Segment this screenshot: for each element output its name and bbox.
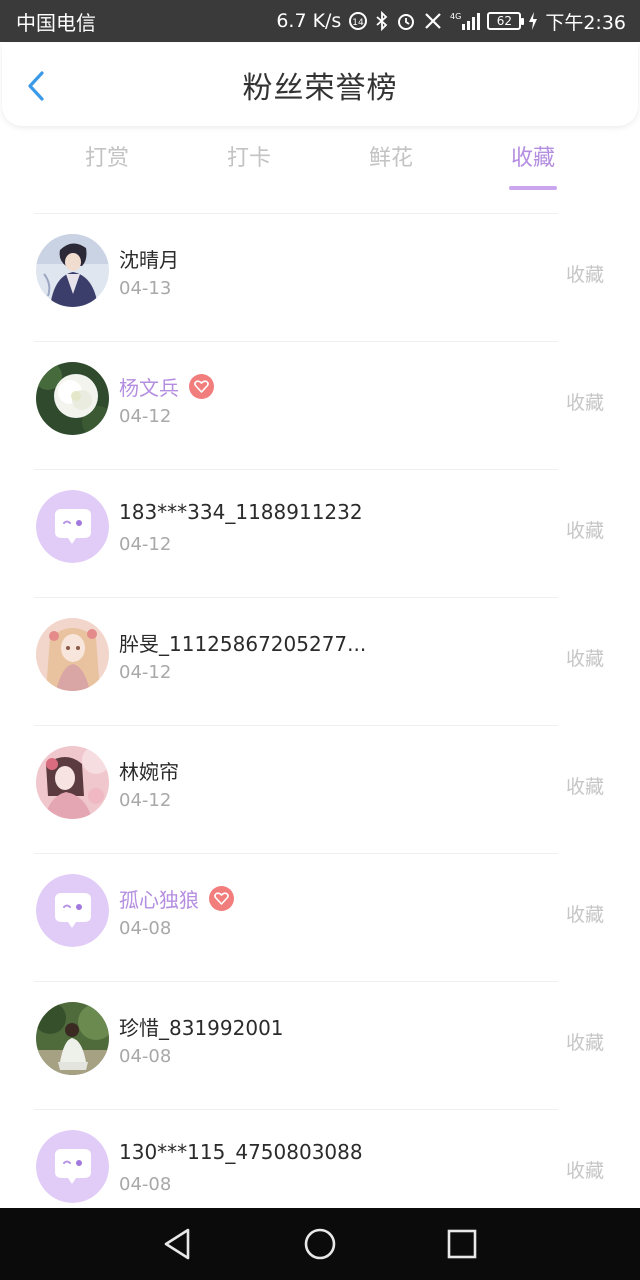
user-name: 沈晴月 [119,248,179,272]
favorite-tag: 收藏 [565,520,604,542]
back-button[interactable] [20,69,54,103]
system-nav-bar [0,1208,640,1280]
clock: 下午2:36 [545,11,626,34]
battery-icon: 62 [487,12,525,30]
app-header: 粉丝荣誉榜 [2,43,638,126]
date-label: 04-13 [119,278,172,299]
favorite-tag: 收藏 [565,1032,604,1054]
user-name: 林婉帘 [119,760,179,784]
triangle-back-icon [164,1228,190,1260]
user-name: 珍惜_831992001 [119,1016,284,1040]
list-item[interactable]: 183***334_1188911232 04-12 收藏 [0,470,640,598]
list-item[interactable]: 沈晴月 04-13 收藏 [0,214,640,342]
network-speed: 6.7 K/s [276,10,342,32]
svg-text:14: 14 [353,18,365,28]
user-name: 孤心独狼 [119,884,234,913]
tab-flowers[interactable]: 鲜花 [331,140,451,196]
list-item[interactable]: 肸旻_11125867205277... 04-12 收藏 [0,598,640,726]
user-name: 183***334_1188911232 [119,500,363,524]
signal-strength-icon: 4G [450,11,481,31]
no-signal-icon [423,11,443,31]
active-tab-indicator [509,186,557,190]
date-label: 04-12 [119,534,172,555]
tab-reward[interactable]: 打赏 [47,140,167,196]
alarm-icon [396,11,416,31]
back-chevron-icon [28,71,44,101]
list-item[interactable]: 孤心独狼 04-08 收藏 [0,854,640,982]
data-saver-icon: 14 [348,11,368,31]
tab-label: 鲜花 [368,146,413,171]
carrier-label: 中国电信 [16,10,96,35]
bluetooth-icon [375,11,389,31]
avatar[interactable] [36,1130,109,1203]
avatar[interactable] [36,746,109,819]
square-recents-icon [447,1229,477,1259]
heart-badge-icon [189,374,214,399]
status-icons: 6.7 K/s 14 4G 62 下午2:36 [276,8,626,35]
avatar[interactable] [36,490,109,563]
tab-favorites[interactable]: 收藏 [473,140,593,196]
favorite-tag: 收藏 [565,264,604,286]
favorite-tag: 收藏 [565,392,604,414]
battery-level: 62 [496,14,512,28]
date-label: 04-12 [119,790,172,811]
fan-list: 沈晴月 04-13 收藏 杨文兵 04-12 收藏 183***334_1188… [0,214,640,1238]
status-bar: 中国电信 6.7 K/s 14 4G 62 下午2:36 [0,0,640,42]
date-label: 04-08 [119,1174,172,1195]
user-name: 130***115_4750803088 [119,1140,363,1164]
tab-checkin[interactable]: 打卡 [189,140,309,196]
tab-label: 打卡 [226,146,271,171]
date-label: 04-08 [119,918,172,939]
heart-badge-icon [209,886,234,911]
avatar[interactable] [36,1002,109,1075]
nav-back-button[interactable] [160,1226,196,1262]
list-item[interactable]: 杨文兵 04-12 收藏 [0,342,640,470]
favorite-tag: 收藏 [565,1160,604,1182]
tab-label: 打赏 [84,146,129,171]
page-title: 粉丝荣誉榜 [242,70,398,106]
date-label: 04-12 [119,662,172,683]
charging-icon [528,12,538,30]
favorite-tag: 收藏 [565,648,604,670]
user-name: 杨文兵 [119,372,214,401]
favorite-tag: 收藏 [565,904,604,926]
date-label: 04-08 [119,1046,172,1067]
list-item[interactable]: 林婉帘 04-12 收藏 [0,726,640,854]
date-label: 04-12 [119,406,172,427]
circle-home-icon [304,1228,336,1260]
nav-recents-button[interactable] [444,1226,480,1262]
nav-home-button[interactable] [302,1226,338,1262]
user-name: 肸旻_11125867205277... [119,632,367,656]
list-item[interactable]: 珍惜_831992001 04-08 收藏 [0,982,640,1110]
avatar[interactable] [36,874,109,947]
tab-bar: 打赏 打卡 鲜花 收藏 [0,140,640,196]
svg-text:4G: 4G [450,12,461,21]
avatar[interactable] [36,362,109,435]
tab-label: 收藏 [510,146,555,171]
avatar[interactable] [36,234,109,307]
favorite-tag: 收藏 [565,776,604,798]
avatar[interactable] [36,618,109,691]
